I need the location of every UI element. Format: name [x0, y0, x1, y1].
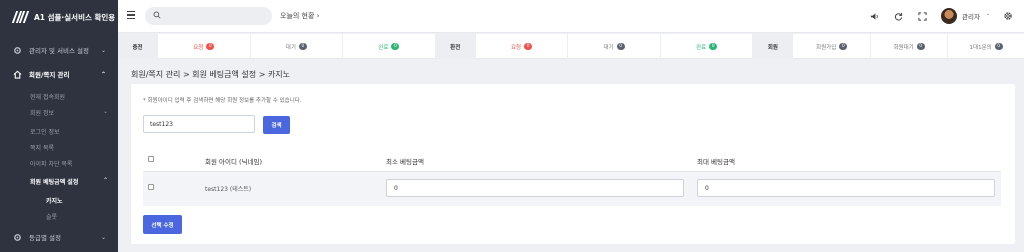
- speaker-icon[interactable]: [868, 10, 880, 22]
- column-header: 최소 베팅금액: [386, 158, 424, 166]
- gear-icon: [12, 45, 22, 55]
- status-withdraw-done[interactable]: 완료 0: [661, 34, 754, 59]
- status-deposit-done[interactable]: 완료 0: [343, 34, 436, 59]
- sidebar: A1 섬플·실서비스 확인용 관리자 및 서비스 설정 ⌄ 회원/쪽지 관리 ⌃…: [0, 0, 118, 252]
- sidebar-subitem-online-members[interactable]: 현재 접속회원: [30, 92, 65, 101]
- max-bet-input[interactable]: [697, 179, 995, 197]
- sidebar-subitem-slot[interactable]: 슬롯: [46, 212, 57, 221]
- menu-icon[interactable]: [127, 11, 135, 19]
- status-group-title: 충전: [118, 34, 159, 59]
- status-label: 요청: [193, 44, 204, 51]
- sidebar-item-grade-settings[interactable]: 등급별 설정 ⌄: [0, 231, 118, 243]
- search-button[interactable]: 검색: [263, 116, 290, 134]
- status-withdraw-request[interactable]: 요청 0: [476, 34, 569, 59]
- status-badge: 0: [391, 43, 400, 50]
- status-label: 대기: [603, 44, 614, 51]
- select-all-checkbox[interactable]: [148, 156, 154, 162]
- status-badge: 0: [616, 43, 625, 50]
- status-group-title: 회원: [753, 34, 794, 59]
- sidebar-subitem-member-info[interactable]: 회원 정보: [30, 108, 54, 117]
- status-deposit-request[interactable]: 요청 0: [158, 34, 251, 59]
- status-badge: 0: [839, 43, 848, 50]
- status-withdraw-waiting[interactable]: 대기 0: [568, 34, 661, 59]
- gear-icon[interactable]: [1002, 10, 1014, 22]
- sidebar-subitem-bet-limit[interactable]: 회원 베팅금액 설정: [30, 177, 78, 186]
- status-member-waiting[interactable]: 회원대기 0: [871, 34, 949, 59]
- chevron-down-icon: ⌄: [100, 233, 106, 241]
- sidebar-item-member-message[interactable]: 회원/쪽지 관리 ⌃: [0, 68, 118, 80]
- chevron-right-icon: ›: [316, 12, 320, 20]
- sidebar-item-label: 등급별 설정: [29, 234, 61, 242]
- status-label: 회원대기: [893, 44, 914, 51]
- save-selected-button[interactable]: 선택 수정: [143, 215, 182, 234]
- column-header: 최대 베팅금액: [697, 158, 735, 166]
- sidebar-subitem-login-info[interactable]: 로그인 정보: [30, 127, 60, 136]
- table-header: 회원 아이디 (닉네임) 최소 베팅금액 최대 베팅금액: [143, 148, 1001, 172]
- chevron-down-icon: ⌄: [986, 11, 991, 17]
- bet-limit-table: 회원 아이디 (닉네임) 최소 베팅금액 최대 베팅금액 test123 (테스…: [143, 148, 1001, 206]
- brand-logo-icon: [11, 11, 30, 23]
- column-header: 회원 아이디 (닉네임): [205, 158, 263, 166]
- breadcrumb-label: 오늘의 현황: [280, 12, 315, 20]
- status-label: 완료: [378, 44, 389, 51]
- status-group-title: 환전: [435, 34, 476, 59]
- search-input[interactable]: [145, 7, 272, 25]
- gear-icon: [12, 232, 22, 242]
- chevron-up-icon: ⌃: [100, 70, 106, 78]
- fullscreen-icon[interactable]: [916, 10, 928, 22]
- status-label: 완료: [696, 44, 707, 51]
- status-label: 회원가입: [816, 44, 837, 51]
- top-header: 오늘의 현황 › 관리자 ⌄: [118, 0, 1024, 33]
- sidebar-item-label: 회원/쪽지 관리: [29, 71, 70, 79]
- brand[interactable]: A1 섬플·실서비스 확인용: [0, 0, 118, 34]
- sidebar-item-admin-settings[interactable]: 관리자 및 서비스 설정 ⌄: [0, 44, 118, 56]
- status-badge: 0: [916, 43, 925, 50]
- home-icon: [12, 69, 22, 79]
- sidebar-subitem-message-list[interactable]: 쪽지 목록: [30, 143, 54, 152]
- status-bar: 충전 요청 0 대기 0 완료 0 환전 요청 0 대기 0 완료 0 회원 회원가입 0 회…: [118, 34, 1024, 59]
- sidebar-item-label: 관리자 및 서비스 설정: [29, 47, 90, 55]
- chevron-down-icon: ⌄: [100, 46, 106, 54]
- status-label: 1대1문의: [969, 44, 992, 51]
- bet-limit-card: * 회원아이디 입력 후 검색하면 해당 회원 정보를 추가할 수 있습니다. …: [131, 84, 1015, 244]
- sidebar-subitem-casino[interactable]: 카지노: [46, 196, 63, 205]
- status-member-signup[interactable]: 회원가입 0: [793, 34, 871, 59]
- status-deposit-waiting[interactable]: 대기 0: [251, 34, 344, 59]
- brand-name: A1 섬플·실서비스 확인용: [34, 12, 116, 22]
- status-badge: 0: [994, 43, 1003, 50]
- row-checkbox[interactable]: [148, 184, 154, 190]
- sidebar-subitem-ip-block-list[interactable]: 아이피 차단 목록: [30, 159, 72, 168]
- refresh-icon[interactable]: [892, 10, 904, 22]
- hint-text: * 회원아이디 입력 후 검색하면 해당 회원 정보를 추가할 수 있습니다.: [143, 98, 302, 104]
- page-title: 회원/쪽지 관리 > 회원 베팅금액 설정 > 카지노: [131, 70, 291, 79]
- status-badge: 0: [524, 43, 533, 50]
- status-badge: 0: [298, 43, 307, 50]
- min-bet-input[interactable]: [386, 179, 684, 197]
- member-cell: test123 (테스트): [205, 186, 252, 193]
- status-label: 요청: [510, 44, 522, 51]
- admin-user-menu[interactable]: 관리자: [962, 11, 980, 21]
- table-row: test123 (테스트): [143, 172, 1001, 206]
- member-id-input[interactable]: [143, 115, 255, 133]
- chevron-up-icon: ⌃: [103, 177, 109, 184]
- search-icon: [153, 11, 161, 21]
- chevron-down-icon: ⌄: [103, 108, 109, 115]
- avatar[interactable]: [941, 8, 957, 24]
- status-badge: 0: [709, 43, 718, 50]
- status-badge: 0: [206, 43, 215, 50]
- status-inquiry[interactable]: 1대1문의 0: [948, 34, 1024, 59]
- status-label: 대기: [285, 44, 296, 51]
- header-breadcrumb[interactable]: 오늘의 현황 ›: [280, 11, 319, 21]
